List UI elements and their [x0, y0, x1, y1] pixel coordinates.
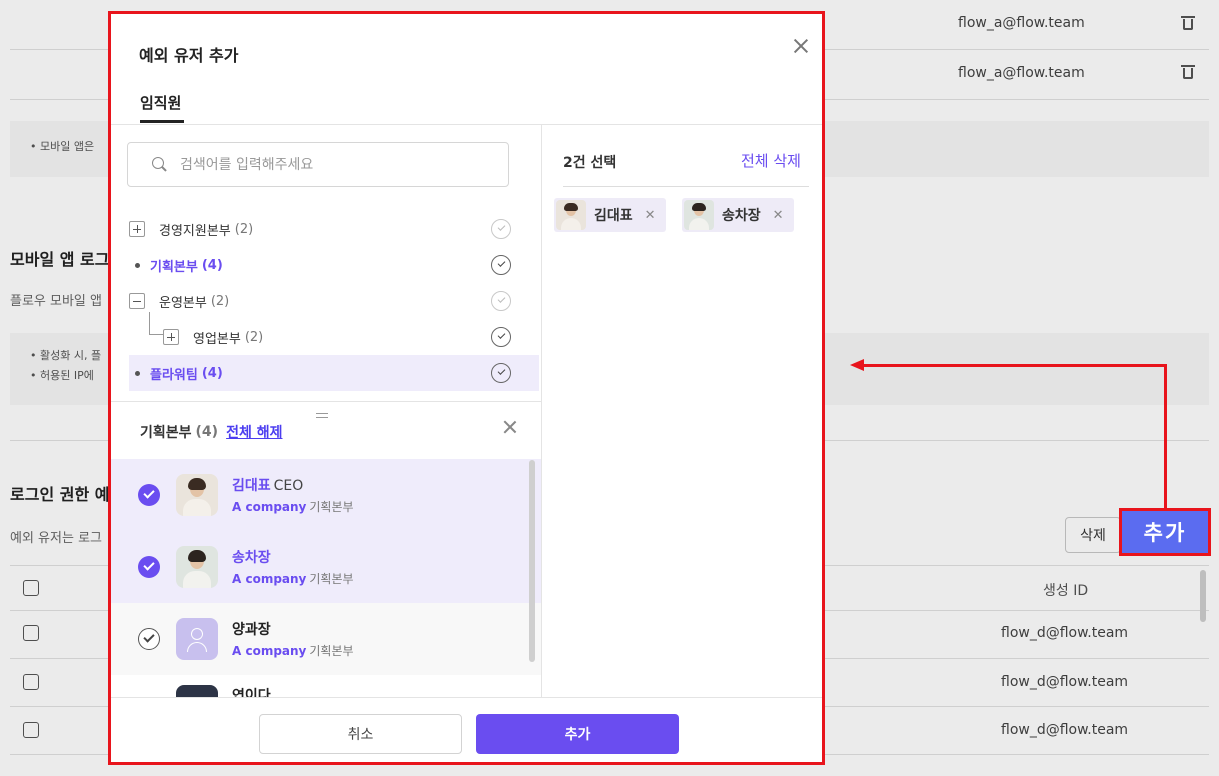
check-circle-icon[interactable]	[138, 628, 160, 650]
search-input[interactable]	[180, 156, 500, 173]
avatar	[176, 474, 218, 516]
checkbox-checked-icon[interactable]	[138, 484, 160, 506]
expand-icon[interactable]	[163, 329, 179, 345]
dept-panel-header: 기획본부 (4) 전체 해제	[140, 422, 282, 442]
user-icon	[176, 618, 218, 660]
divider	[111, 124, 822, 125]
delete-all-link[interactable]: 전체 삭제	[741, 150, 801, 171]
check-circle-icon[interactable]	[491, 291, 511, 311]
member-name: 송차장	[232, 550, 271, 566]
tree-item-management-support[interactable]: 경영지원본부 (2)	[129, 211, 539, 247]
dept-panel-count: (4)	[195, 424, 219, 440]
divider	[111, 401, 541, 402]
tree-item-label: 기획본부	[150, 259, 198, 275]
tree-item-count: (4)	[201, 257, 223, 273]
member-company: A company	[232, 500, 307, 514]
cancel-button[interactable]: 취소	[259, 714, 462, 754]
remove-icon[interactable]: ✕	[645, 208, 656, 223]
clear-all-link[interactable]: 전체 해제	[226, 422, 282, 442]
check-circle-icon[interactable]	[491, 255, 511, 275]
search-icon	[152, 156, 168, 173]
member-dept: 기획본부	[309, 572, 354, 586]
bullet-icon	[135, 370, 140, 376]
tree-item-label: 영업본부	[193, 331, 241, 347]
tree-item-count: (2)	[210, 293, 230, 309]
tree-item-label: 운영본부	[159, 295, 207, 311]
add-callout-button[interactable]: 추가	[1119, 508, 1211, 556]
add-button[interactable]: 추가	[476, 714, 679, 754]
resize-handle-icon[interactable]	[316, 413, 328, 418]
tree-item-planning[interactable]: 기획본부 (4)	[129, 247, 539, 283]
list-item[interactable]: 연이다	[111, 675, 541, 697]
expand-icon[interactable]	[129, 221, 145, 237]
list-scrollbar[interactable]	[529, 460, 535, 662]
tab-employees[interactable]: 임직원	[140, 92, 181, 113]
member-dept: 기획본부	[309, 644, 354, 658]
bullet-icon	[135, 262, 140, 268]
checkbox-checked-icon[interactable]	[138, 556, 160, 578]
avatar	[176, 546, 218, 588]
add-exception-user-modal: 예외 유저 추가 임직원 경영지원본부 (2) 기획본부 (4) 운영본부 (2…	[108, 11, 825, 765]
check-circle-icon[interactable]	[491, 327, 511, 347]
avatar	[176, 685, 218, 697]
tree-item-operations[interactable]: 운영본부 (2)	[129, 283, 539, 319]
tree-item-count: (2)	[234, 221, 254, 237]
list-item[interactable]: 김대표 CEO A company 기획본부	[111, 459, 541, 531]
tab-active-indicator	[140, 120, 184, 123]
check-circle-icon[interactable]	[491, 363, 511, 383]
divider	[111, 697, 822, 698]
dept-panel-name: 기획본부	[140, 425, 192, 441]
member-name: 김대표	[232, 478, 271, 494]
annotation-arrow-icon	[850, 359, 864, 371]
annotation-line	[1164, 364, 1167, 509]
tree-item-label: 플라워팀	[150, 367, 198, 383]
selected-user-chip: 김대표 ✕	[554, 198, 666, 232]
list-item[interactable]: 송차장 A company 기획본부	[111, 531, 541, 603]
tree-item-sales[interactable]: 영업본부 (2)	[129, 319, 539, 355]
collapse-icon[interactable]	[129, 293, 145, 309]
member-role: CEO	[273, 478, 304, 494]
selection-count: 2건 선택	[563, 155, 617, 171]
member-company: A company	[232, 572, 307, 586]
close-icon[interactable]	[791, 36, 811, 56]
tree-item-label: 경영지원본부	[159, 223, 231, 239]
chip-label: 김대표	[594, 208, 633, 224]
chip-label: 송차장	[722, 208, 761, 224]
divider	[541, 124, 542, 698]
tree-item-count: (2)	[244, 329, 264, 345]
avatar	[556, 200, 586, 230]
member-dept: 기획본부	[309, 500, 354, 514]
member-company: A company	[232, 644, 307, 658]
search-box[interactable]	[127, 142, 509, 187]
member-name: 양과장	[232, 622, 271, 638]
modal-title: 예외 유저 추가	[139, 46, 239, 65]
check-circle-icon[interactable]	[491, 219, 511, 239]
tree-item-flower-team[interactable]: 플라워팀 (4)	[129, 355, 539, 391]
list-item[interactable]: 양과장 A company 기획본부	[111, 603, 541, 675]
tree-item-count: (4)	[201, 365, 223, 381]
close-icon[interactable]	[502, 419, 518, 435]
member-name: 연이다	[232, 688, 271, 697]
remove-icon[interactable]: ✕	[773, 208, 784, 223]
divider	[563, 186, 809, 187]
selected-user-chip: 송차장 ✕	[682, 198, 794, 232]
annotation-line	[862, 364, 1167, 367]
avatar	[684, 200, 714, 230]
